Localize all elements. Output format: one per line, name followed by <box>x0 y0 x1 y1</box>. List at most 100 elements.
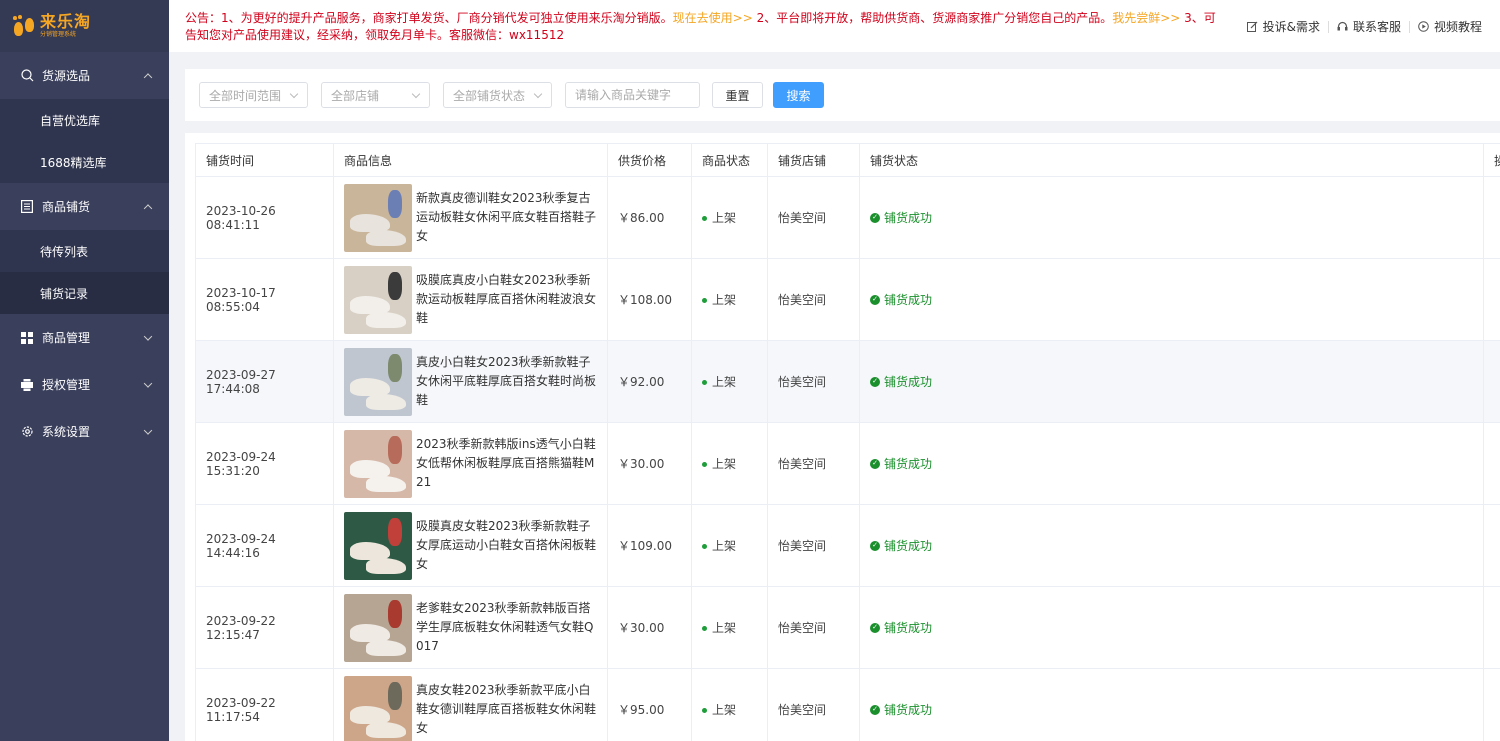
product-name[interactable]: 真皮小白鞋女2023秋季新款鞋子女休闲平底鞋厚底百搭女鞋时尚板鞋 <box>416 353 597 410</box>
use-now-link[interactable]: 现在去使用>> <box>673 11 753 25</box>
product-name[interactable]: 真皮女鞋2023秋季新款平底小白鞋女德训鞋厚底百搭板鞋女休闲鞋女 <box>416 681 597 738</box>
announcement-text-1: 公告：1、为更好的提升产品服务，商家打单发货、厂商分销代发可独立使用来乐淘分销版… <box>185 11 673 25</box>
actions-cell <box>1483 422 1500 505</box>
play-circle-icon <box>1418 21 1430 33</box>
distribution-time: 2023-10-26 08:41:11 <box>195 176 334 259</box>
distribution-shop: 怡美空间 <box>767 340 860 423</box>
check-circle-icon: ✓ <box>870 212 880 223</box>
shop-select[interactable]: 全部店铺 <box>321 82 430 108</box>
product-name[interactable]: 老爹鞋女2023秋季新款韩版百搭学生厚底板鞋女休闲鞋透气女鞋Q017 <box>416 599 597 656</box>
product-status: 上架 <box>712 293 737 307</box>
actions-cell <box>1483 668 1500 741</box>
chevron-down-icon <box>289 89 299 99</box>
try-first-link[interactable]: 我先尝鲜>> <box>1112 11 1180 25</box>
top-links: 投诉&需求 联系客服 视频教程 <box>1239 18 1490 35</box>
menu-group-label: 货源选品 <box>42 69 91 83</box>
distribution-shop: 怡美空间 <box>767 422 860 505</box>
menu-group-sourcing[interactable]: 货源选品 <box>0 52 169 99</box>
product-thumbnail[interactable] <box>344 183 412 252</box>
product-name[interactable]: 吸膜真皮女鞋2023秋季新款鞋子女厚底运动小白鞋女百搭休闲板鞋女 <box>416 517 597 574</box>
distribution-status: 铺货成功 <box>884 375 933 389</box>
actions-cell <box>1483 504 1500 587</box>
search-button[interactable]: 搜索 <box>773 82 824 108</box>
status-dot-icon <box>702 708 707 713</box>
chevron-down-icon <box>143 378 153 388</box>
product-status: 上架 <box>712 457 737 471</box>
actions-cell <box>1483 258 1500 341</box>
supply-price: ￥95.00 <box>607 668 692 741</box>
distribution-status: 铺货成功 <box>884 703 933 717</box>
product-info: 真皮小白鞋女2023秋季新款鞋子女休闲平底鞋厚底百搭女鞋时尚板鞋 <box>344 347 597 416</box>
column-header: 商品状态 <box>691 143 768 177</box>
distribution-time: 2023-09-27 17:44:08 <box>195 340 334 423</box>
sidebar-item-1688-selection[interactable]: 1688精选库 <box>0 141 169 183</box>
reset-button[interactable]: 重置 <box>712 82 763 108</box>
product-info: 新款真皮德训鞋女2023秋季复古运动板鞋女休闲平底女鞋百搭鞋子女 <box>344 183 597 252</box>
check-circle-icon: ✓ <box>870 376 880 387</box>
product-name[interactable]: 新款真皮德训鞋女2023秋季复古运动板鞋女休闲平底女鞋百搭鞋子女 <box>416 189 597 246</box>
product-name[interactable]: 2023秋季新款韩版ins透气小白鞋女低帮休闲板鞋厚底百搭熊猫鞋M21 <box>416 435 597 492</box>
product-name[interactable]: 吸膜底真皮小白鞋女2023秋季新款运动板鞋厚底百搭休闲鞋波浪女鞋 <box>416 271 597 328</box>
supply-price: ￥30.00 <box>607 422 692 505</box>
records-table-card: 铺货时间 商品信息 供货价格 商品状态 铺货店铺 铺货状态 操 2023-10-… <box>185 133 1500 741</box>
sidebar-item-distribution-records[interactable]: 铺货记录 <box>0 272 169 314</box>
distribution-status: 铺货成功 <box>884 293 933 307</box>
time-range-select[interactable]: 全部时间范围 <box>199 82 308 108</box>
distribution-shop: 怡美空间 <box>767 668 860 741</box>
status-dot-icon <box>702 626 707 631</box>
supply-price: ￥108.00 <box>607 258 692 341</box>
logo[interactable]: 来乐淘 分销管理系统 <box>0 0 169 52</box>
product-thumbnail[interactable] <box>344 347 412 416</box>
check-circle-icon: ✓ <box>870 458 880 469</box>
table-row: 2023-09-24 14:44:16 吸膜真皮女鞋2023秋季新款鞋子女厚底运动… <box>195 504 1500 587</box>
video-tutorial-link[interactable]: 视频教程 <box>1410 18 1490 35</box>
menu-group-distribution[interactable]: 商品铺货 <box>0 183 169 230</box>
product-info: 老爹鞋女2023秋季新款韩版百搭学生厚底板鞋女休闲鞋透气女鞋Q017 <box>344 593 597 662</box>
table-row: 2023-09-22 11:17:54 真皮女鞋2023秋季新款平底小白鞋女德训鞋… <box>195 668 1500 741</box>
distribution-status: 铺货成功 <box>884 457 933 471</box>
table-header-row: 铺货时间 商品信息 供货价格 商品状态 铺货店铺 铺货状态 操 <box>195 143 1500 177</box>
printer-icon <box>20 378 34 392</box>
product-thumbnail[interactable] <box>344 593 412 662</box>
distribution-shop: 怡美空间 <box>767 586 860 669</box>
announcement: 公告：1、为更好的提升产品服务，商家打单发货、厂商分销代发可独立使用来乐淘分销版… <box>185 10 1225 44</box>
menu-group-label: 授权管理 <box>42 378 91 392</box>
distribution-time: 2023-09-22 12:15:47 <box>195 586 334 669</box>
contact-service-link[interactable]: 联系客服 <box>1329 18 1409 35</box>
distribution-status-select[interactable]: 全部铺货状态 <box>443 82 552 108</box>
chevron-down-icon <box>143 331 153 341</box>
footprint-logo-icon <box>12 14 36 38</box>
announcement-text-2: 2、平台即将开放，帮助供货商、货源商家推广分销您自己的产品。 <box>752 11 1113 25</box>
check-circle-icon: ✓ <box>870 540 880 551</box>
distribution-time: 2023-09-24 15:31:20 <box>195 422 334 505</box>
product-thumbnail[interactable] <box>344 265 412 334</box>
sidebar: 来乐淘 分销管理系统 货源选品 自营优选库 1688精选库 商品铺货 待传列表 … <box>0 0 169 741</box>
menu-group-system-settings[interactable]: 系统设置 <box>0 408 169 455</box>
product-thumbnail[interactable] <box>344 675 412 741</box>
sidebar-item-self-selection[interactable]: 自营优选库 <box>0 99 169 141</box>
status-dot-icon <box>702 380 707 385</box>
edit-icon <box>1247 21 1259 33</box>
filter-bar: 全部时间范围 全部店铺 全部铺货状态 重置 搜索 <box>185 69 1500 121</box>
table-row: 2023-09-24 15:31:20 2023秋季新款韩版ins透气小白鞋女低帮… <box>195 422 1500 505</box>
product-thumbnail[interactable] <box>344 511 412 580</box>
top-bar: 公告：1、为更好的提升产品服务，商家打单发货、厂商分销代发可独立使用来乐淘分销版… <box>169 0 1500 52</box>
supply-price: ￥86.00 <box>607 176 692 259</box>
side-menu: 货源选品 自营优选库 1688精选库 商品铺货 待传列表 铺货记录 商品管理 授… <box>0 52 169 455</box>
column-header: 铺货状态 <box>859 143 1484 177</box>
menu-group-product-management[interactable]: 商品管理 <box>0 314 169 361</box>
keyword-input[interactable] <box>565 82 700 108</box>
table-row: 2023-09-22 12:15:47 老爹鞋女2023秋季新款韩版百搭学生厚底板… <box>195 586 1500 669</box>
complaint-link[interactable]: 投诉&需求 <box>1239 18 1328 35</box>
menu-group-authorization[interactable]: 授权管理 <box>0 361 169 408</box>
chevron-up-icon <box>143 203 153 213</box>
logo-subtitle: 分销管理系统 <box>40 31 77 38</box>
sidebar-item-pending-list[interactable]: 待传列表 <box>0 230 169 272</box>
chevron-down-icon <box>143 425 153 435</box>
product-thumbnail[interactable] <box>344 429 412 498</box>
status-dot-icon <box>702 544 707 549</box>
supply-price: ￥92.00 <box>607 340 692 423</box>
menu-group-label: 系统设置 <box>42 425 91 439</box>
gear-icon <box>20 425 34 439</box>
distribution-shop: 怡美空间 <box>767 504 860 587</box>
